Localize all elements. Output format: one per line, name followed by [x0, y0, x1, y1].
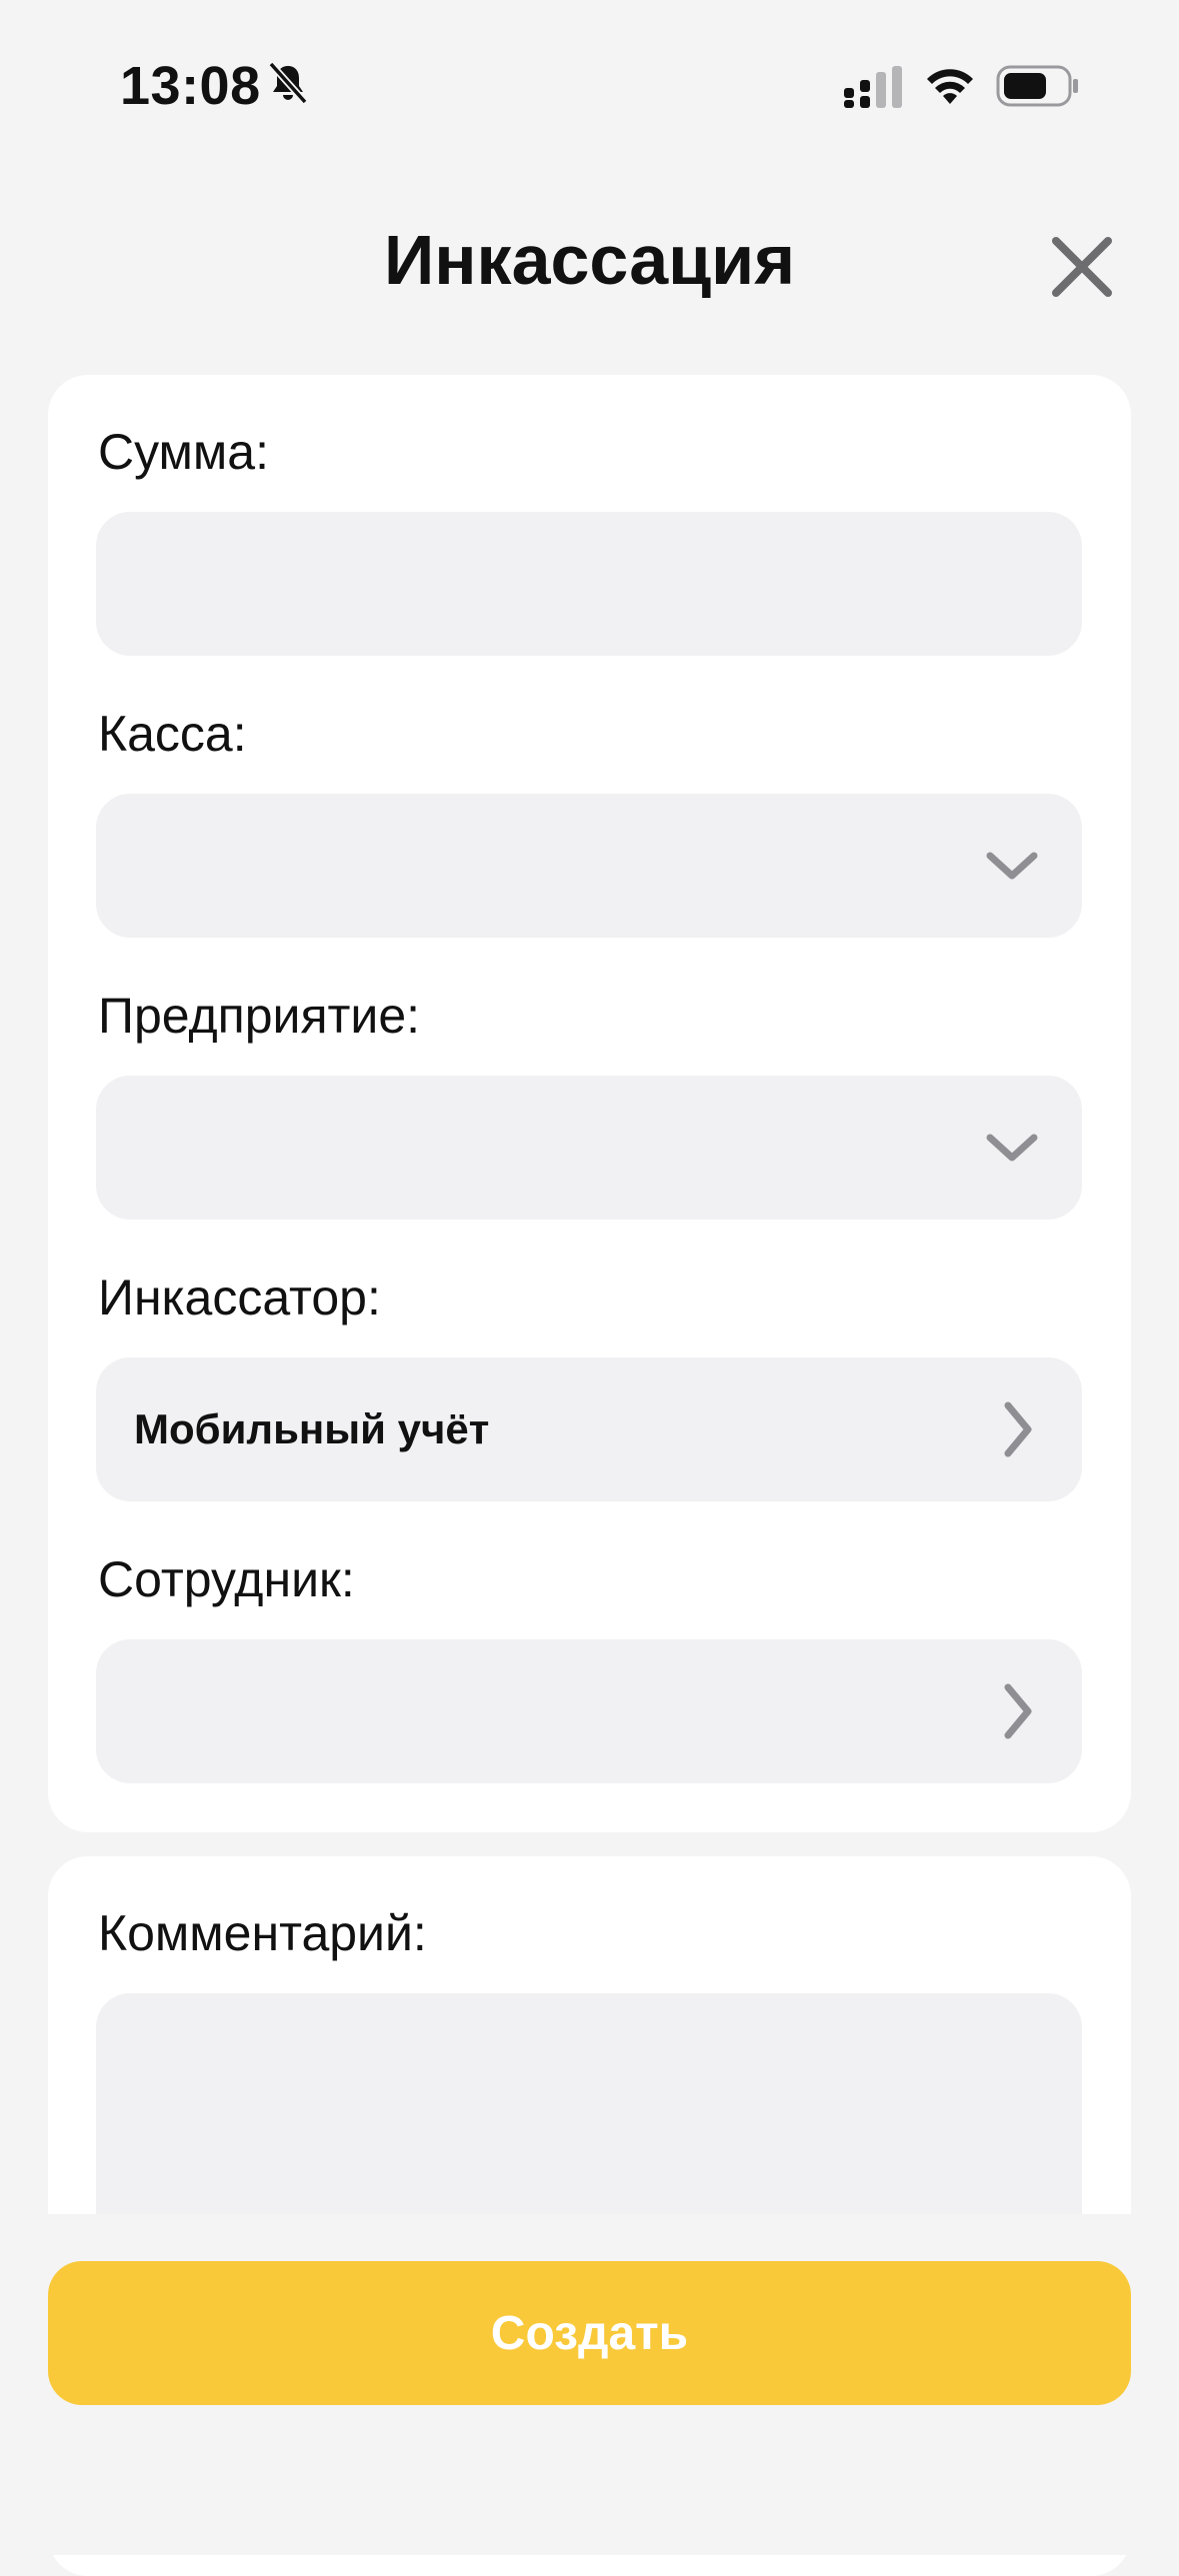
- page-title: Инкассация: [383, 221, 796, 299]
- status-time: 13:08: [120, 56, 261, 116]
- create-button[interactable]: Создать: [48, 2261, 1131, 2405]
- employee-select[interactable]: [96, 1639, 1082, 1783]
- cashbox-select[interactable]: [96, 794, 1082, 938]
- form-card: Сумма: Касса: Предприятие: Инкассатор: М…: [48, 375, 1131, 1832]
- collector-value: Мобильный учёт: [134, 1405, 490, 1452]
- employee-label: Сотрудник:: [98, 1551, 355, 1607]
- close-icon: [1052, 237, 1112, 297]
- cellular-signal-icon: [844, 66, 902, 108]
- chevron-right-icon: [1004, 1401, 1032, 1457]
- enterprise-label: Предприятие:: [98, 988, 421, 1044]
- collector-select[interactable]: Мобильный учёт: [96, 1357, 1082, 1501]
- status-bar: 13:08: [0, 0, 1179, 140]
- chevron-down-icon: [986, 852, 1038, 880]
- amount-label: Сумма:: [98, 424, 269, 480]
- bottom-action-bar: Создать: [0, 2214, 1179, 2555]
- close-button[interactable]: [1040, 225, 1124, 309]
- bell-slash-icon: [268, 61, 308, 105]
- battery-icon: [996, 65, 1078, 107]
- collector-label: Инкассатор:: [98, 1270, 381, 1325]
- amount-input[interactable]: [96, 512, 1082, 656]
- cashbox-label: Касса:: [98, 706, 247, 762]
- chevron-right-icon: [1004, 1683, 1032, 1739]
- comment-label: Комментарий:: [98, 1905, 427, 1961]
- enterprise-select[interactable]: [96, 1076, 1082, 1220]
- chevron-down-icon: [986, 1134, 1038, 1162]
- wifi-icon: [927, 69, 973, 104]
